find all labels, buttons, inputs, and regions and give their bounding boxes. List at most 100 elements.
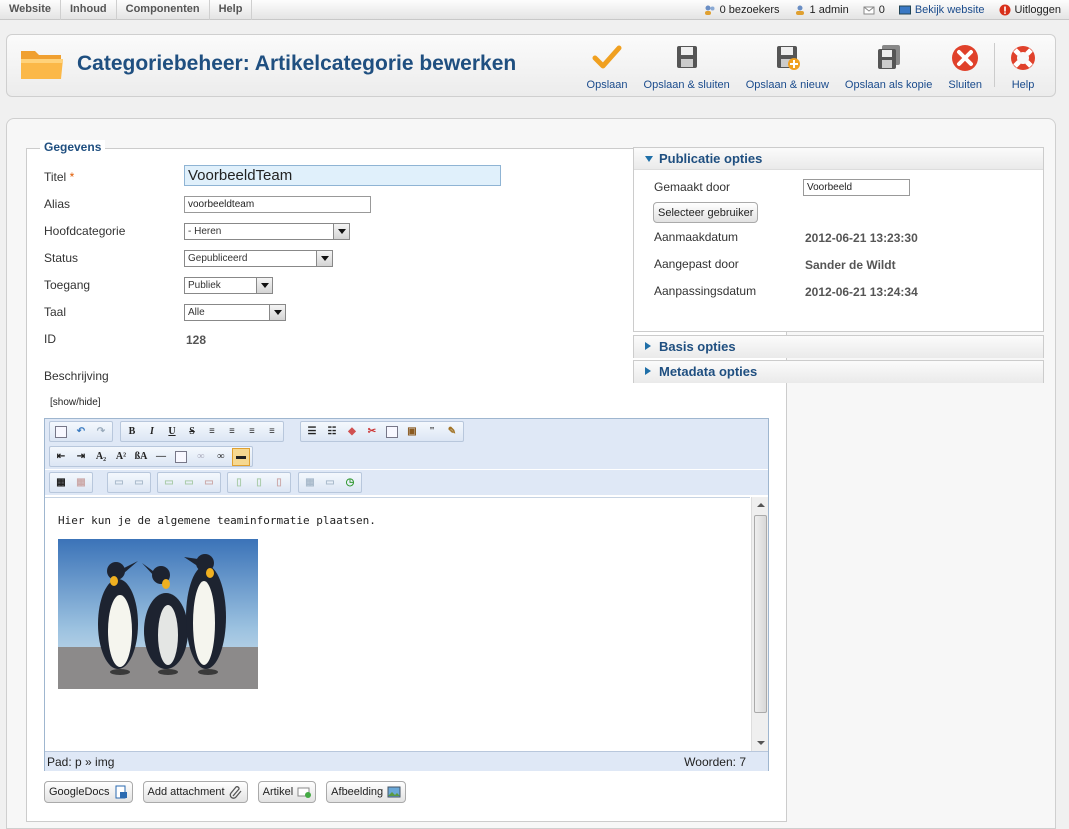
metadata-options-header[interactable]: Metadata opties <box>634 361 1043 383</box>
italic-icon[interactable]: I <box>143 423 161 441</box>
unlink-icon[interactable]: ∞ <box>192 448 210 466</box>
floppy-new-icon <box>777 46 801 70</box>
insert-col-after-icon[interactable]: ▯ <box>250 474 268 492</box>
close-button[interactable]: Sluiten <box>940 41 990 91</box>
view-site-label[interactable]: Bekijk website <box>915 4 985 16</box>
align-justify-icon[interactable]: ≡ <box>203 423 221 441</box>
eraser-icon[interactable]: ◆ <box>343 423 361 441</box>
editor-group-indent: ⇤ ⇥ A₂ A² ßA — ∞ ∞ ▬ <box>49 446 253 467</box>
penguin-image[interactable] <box>58 539 258 689</box>
title-input[interactable]: VoorbeeldTeam <box>184 165 501 186</box>
editor-scrollbar[interactable] <box>751 497 768 751</box>
special-char-icon[interactable]: ßA <box>132 448 150 466</box>
show-hide-toggle[interactable]: [show/hide] <box>50 397 101 408</box>
strikethrough-icon[interactable]: S <box>183 423 201 441</box>
select-user-button[interactable]: Selecteer gebruiker <box>653 202 759 223</box>
editor-content-area[interactable]: Hier kun je de algemene teaminformatie p… <box>45 497 750 751</box>
add-attachment-button[interactable]: Add attachment <box>142 781 248 803</box>
delete-row-icon[interactable]: ▭ <box>200 474 218 492</box>
menu-help[interactable]: Help <box>210 0 253 20</box>
rich-text-editor: ↶ ↷ B I U S ≡ ≡ ≡ ≡ ☰ ☷ ◆ ✂ ▣ " ✎ ⇤ ⇥ A₂ <box>44 418 769 771</box>
save-button[interactable]: Opslaan <box>579 41 636 91</box>
align-center-icon[interactable]: ≡ <box>223 423 241 441</box>
parent-select[interactable]: - Heren <box>184 223 350 240</box>
insert-row-before-icon[interactable]: ▭ <box>160 474 178 492</box>
bold-icon[interactable]: B <box>123 423 141 441</box>
undo-icon[interactable]: ↶ <box>72 423 90 441</box>
bullet-list-icon[interactable]: ☰ <box>303 423 321 441</box>
save-copy-button[interactable]: Opslaan als kopie <box>837 41 940 91</box>
language-select[interactable]: Alle <box>184 304 286 321</box>
subscript-icon[interactable]: A₂ <box>92 448 110 466</box>
cut-icon[interactable]: ✂ <box>363 423 381 441</box>
table-row-props-icon[interactable]: ▭ <box>110 474 128 492</box>
align-left-icon[interactable]: ≡ <box>243 423 261 441</box>
underline-icon[interactable]: U <box>163 423 181 441</box>
editor-group-table: ▦ ▦ <box>49 472 93 493</box>
save-close-button[interactable]: Opslaan & sluiten <box>636 41 738 91</box>
attachment-label: Add attachment <box>147 786 225 798</box>
view-site-link[interactable]: Bekijk website <box>898 4 985 16</box>
basic-options-header[interactable]: Basis opties <box>634 336 1043 358</box>
googledocs-button[interactable]: GoogleDocs <box>44 781 133 803</box>
metadata-options-panel: Metadata opties <box>633 360 1044 383</box>
paperclip-icon <box>229 786 242 799</box>
delete-col-icon[interactable]: ▯ <box>270 474 288 492</box>
split-cells-icon[interactable]: ▦ <box>301 474 319 492</box>
admins-count: 1 admin <box>809 4 849 16</box>
status-bar: 0 bezoekers 1 admin 0 Bekijk website Uit… <box>690 0 1061 20</box>
insert-row-after-icon[interactable]: ▭ <box>180 474 198 492</box>
image-icon[interactable]: ▬ <box>232 447 250 466</box>
horizontal-rule-icon[interactable]: — <box>152 448 170 466</box>
status-select[interactable]: Gepubliceerd <box>184 250 333 267</box>
link-icon[interactable]: ∞ <box>212 448 230 466</box>
scroll-thumb[interactable] <box>754 515 767 713</box>
menu-components[interactable]: Componenten <box>117 0 210 20</box>
logout-link[interactable]: Uitloggen <box>999 4 1061 16</box>
alias-input[interactable]: voorbeeldteam <box>184 196 371 213</box>
redo-icon[interactable]: ↷ <box>92 423 110 441</box>
status-label: Status <box>44 251 79 265</box>
indent-icon[interactable]: ⇥ <box>72 448 90 466</box>
chevron-down-icon <box>256 278 272 293</box>
editor-group-insert-rows: ▭ ▭ ▭ <box>157 472 221 493</box>
align-right-icon[interactable]: ≡ <box>263 423 281 441</box>
language-selected: Alle <box>188 307 205 318</box>
table-icon[interactable]: ▦ <box>52 474 70 492</box>
merge-cells-icon[interactable]: ▭ <box>321 474 339 492</box>
html-source-icon[interactable] <box>172 448 190 466</box>
logout-label[interactable]: Uitloggen <box>1015 4 1061 16</box>
image-label: Afbeelding <box>331 786 384 798</box>
superscript-icon[interactable]: A² <box>112 448 130 466</box>
modified-date-label: Aanpassingsdatum <box>654 284 757 298</box>
expanded-arrow-icon <box>645 156 653 162</box>
image-button[interactable]: Afbeelding <box>326 781 407 803</box>
collapsed-arrow-icon <box>645 342 651 350</box>
access-select[interactable]: Publiek <box>184 277 273 294</box>
menu-website[interactable]: Website <box>0 0 61 20</box>
insert-datetime-icon[interactable]: ◷ <box>341 474 359 492</box>
table-cell-props-icon[interactable]: ▭ <box>130 474 148 492</box>
insert-col-before-icon[interactable]: ▯ <box>230 474 248 492</box>
new-document-icon[interactable] <box>52 423 70 441</box>
outdent-icon[interactable]: ⇤ <box>52 448 70 466</box>
admins-status: 1 admin <box>794 4 849 16</box>
menu-content[interactable]: Inhoud <box>61 0 117 20</box>
publishing-options-header[interactable]: Publicatie opties <box>634 148 1043 170</box>
scroll-down-arrow[interactable] <box>757 741 765 745</box>
messages-status[interactable]: 0 <box>863 4 885 16</box>
delete-table-icon[interactable]: ▦ <box>72 474 90 492</box>
save-new-button[interactable]: Opslaan & nieuw <box>738 41 837 91</box>
numbered-list-icon[interactable]: ☷ <box>323 423 341 441</box>
created-by-input[interactable]: Voorbeeld <box>803 179 910 196</box>
help-button[interactable]: Help <box>999 41 1047 91</box>
details-legend: Gegevens <box>40 140 106 154</box>
scroll-up-arrow[interactable] <box>757 503 765 507</box>
alias-label: Alias <box>44 197 71 211</box>
cleanup-icon[interactable]: ✎ <box>443 423 461 441</box>
blockquote-icon[interactable]: " <box>423 423 441 441</box>
parent-selected: - Heren <box>188 226 222 237</box>
copy-icon[interactable] <box>383 423 401 441</box>
article-button[interactable]: Artikel <box>257 781 317 803</box>
paste-icon[interactable]: ▣ <box>403 423 421 441</box>
